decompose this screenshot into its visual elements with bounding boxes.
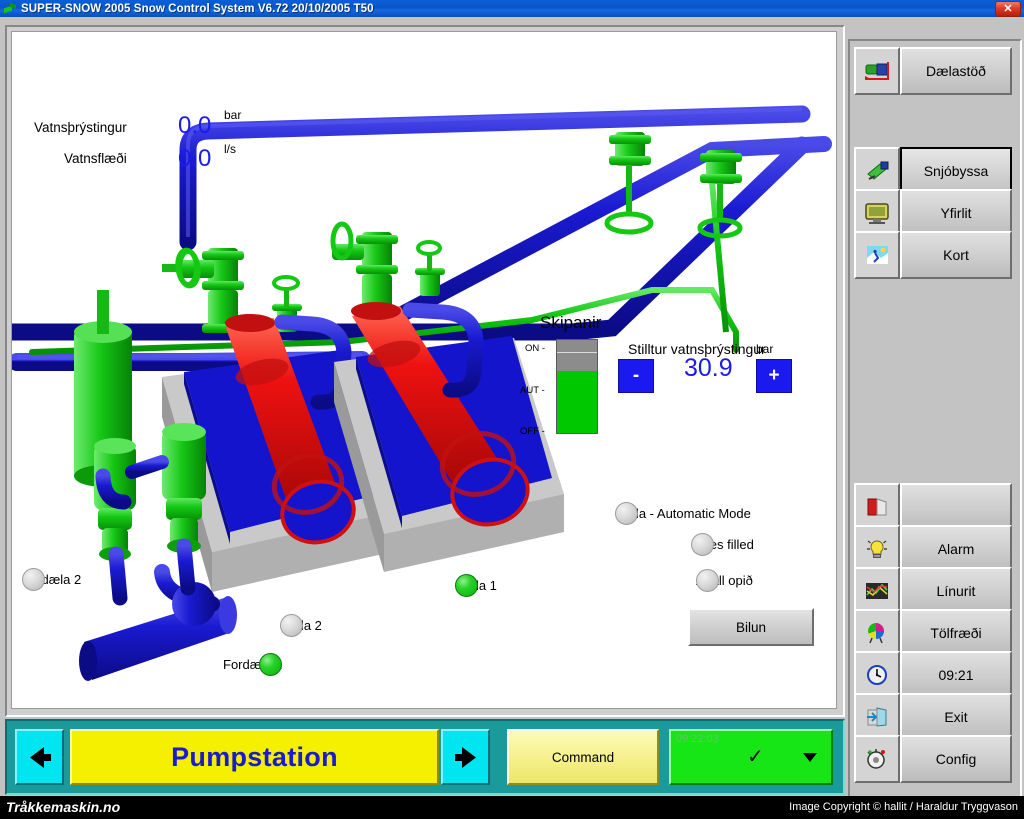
sidebar-group-views: Snjóbyssa Yfirlit bbox=[854, 147, 1012, 273]
copyright-notice: Image Copyright © hallit / Haraldur Tryg… bbox=[789, 801, 1018, 813]
setpoint-increment-button[interactable]: + bbox=[756, 359, 792, 393]
process-mimic-diagram: Vatnsþrýstingur 0.0 bar Vatnsflæði 0.0 l… bbox=[11, 31, 837, 709]
mode-selector-slider[interactable] bbox=[556, 339, 598, 434]
sidebar-item-config-label[interactable]: Config bbox=[900, 735, 1012, 783]
fault-button[interactable]: Bilun bbox=[688, 608, 814, 646]
status-lamp-auto-mode-indicator bbox=[615, 502, 638, 525]
water-flow-label: Vatnsflæði bbox=[64, 151, 127, 166]
sidebar-item-clock[interactable]: 09:21 bbox=[854, 651, 1012, 695]
sidebar-item-kort-label[interactable]: Kort bbox=[900, 231, 1012, 279]
clock-icon bbox=[854, 651, 900, 699]
window-titlebar: SUPER-SNOW 2005 Snow Control System V6.7… bbox=[0, 0, 1024, 17]
sidebar-item-kort[interactable]: Kort bbox=[854, 231, 1012, 275]
sidebar-item-clock-label[interactable]: 09:21 bbox=[900, 651, 1012, 699]
window-title: SUPER-SNOW 2005 Snow Control System V6.7… bbox=[21, 3, 374, 15]
equipment-lamp-pump-2: Dæla 2 bbox=[280, 618, 322, 633]
status-lamp-drain-open-indicator bbox=[696, 569, 719, 592]
config-icon bbox=[854, 735, 900, 783]
selector-tick-off: OFF - bbox=[520, 426, 545, 437]
water-pressure-label: Vatnsþrýstingur bbox=[34, 120, 127, 135]
equipment-lamp-forpump-2-indicator bbox=[22, 568, 45, 591]
close-icon[interactable]: ✕ bbox=[995, 1, 1021, 17]
mimic-panel-frame: Vatnsþrýstingur 0.0 bar Vatnsflæði 0.0 l… bbox=[5, 25, 845, 717]
application-window: SUPER-SNOW 2005 Snow Control System V6.7… bbox=[0, 0, 1024, 819]
equipment-lamp-forpump-1: Fordæla 1 bbox=[223, 657, 282, 672]
sidebar-item-tolfraedi-label[interactable]: Tölfræði bbox=[900, 609, 1012, 657]
sidebar-item-exit[interactable]: Exit bbox=[854, 693, 1012, 737]
exit-door-icon bbox=[854, 693, 900, 741]
sidebar-item-alarm[interactable]: Alarm bbox=[854, 525, 1012, 569]
sidebar-item-book-label[interactable] bbox=[900, 483, 1012, 531]
sidebar-item-config[interactable]: Config bbox=[854, 735, 1012, 779]
selector-tick-aut: AUT - bbox=[520, 385, 545, 396]
water-pressure-value: 0.0 bbox=[178, 112, 211, 140]
book-icon bbox=[854, 483, 900, 531]
status-check-icon: ✓ bbox=[747, 747, 764, 767]
sidebar-item-book[interactable] bbox=[854, 483, 1012, 527]
status-lamp-pipes-filled: Pipes filled bbox=[691, 537, 754, 552]
bottom-navigation-bar: Pumpstation Command 09:22:03 ✓ bbox=[5, 719, 845, 795]
right-sidebar: Dælastöð Snjóbyssa bbox=[848, 39, 1022, 811]
equipment-lamp-pump-1-indicator bbox=[455, 574, 478, 597]
equipment-lamp-pump-1: Dæla 1 bbox=[455, 578, 497, 593]
site-watermark: Tråkkemaskin.no bbox=[6, 799, 120, 815]
equipment-lamp-pump-2-indicator bbox=[280, 614, 303, 637]
chart-icon bbox=[854, 567, 900, 615]
previous-page-button[interactable] bbox=[15, 729, 64, 785]
water-pressure-unit: bar bbox=[224, 108, 241, 122]
chevron-down-icon[interactable] bbox=[803, 753, 817, 762]
setpoint-value: 30.9 bbox=[684, 354, 733, 383]
status-lamp-auto-mode: Dæla - Automatic Mode bbox=[615, 506, 751, 521]
command-button[interactable]: Command bbox=[507, 729, 659, 785]
sidebar-item-linurit[interactable]: Línurit bbox=[854, 567, 1012, 611]
status-lamp-pipes-filled-indicator bbox=[691, 533, 714, 556]
monitor-icon bbox=[854, 189, 900, 237]
selector-grey-segment bbox=[557, 340, 597, 353]
status-dropdown[interactable]: 09:22:03 ✓ bbox=[669, 729, 833, 785]
sidebar-group-tools: Alarm Línurit bbox=[854, 483, 1012, 777]
status-lamp-drain-open: Affall opið bbox=[696, 573, 753, 588]
sidebar-item-linurit-label[interactable]: Línurit bbox=[900, 567, 1012, 615]
snow-app-icon bbox=[3, 3, 17, 15]
sidebar-item-dalastod-label[interactable]: Dælastöð bbox=[900, 47, 1012, 95]
sidebar-item-dalastod[interactable]: Dælastöð bbox=[854, 47, 1012, 91]
water-flow-unit: l/s bbox=[224, 142, 236, 156]
arrow-right-icon bbox=[452, 744, 480, 770]
snowgun-icon bbox=[854, 147, 900, 195]
window-body: Vatnsþrýstingur 0.0 bar Vatnsflæði 0.0 l… bbox=[0, 17, 1024, 796]
footer-bar: Tråkkemaskin.no Image Copyright © hallit… bbox=[0, 796, 1024, 819]
sidebar-item-yfirlit-label[interactable]: Yfirlit bbox=[900, 189, 1012, 237]
page-title: Pumpstation bbox=[70, 729, 439, 785]
water-flow-value: 0.0 bbox=[178, 145, 211, 173]
sidebar-item-exit-label[interactable]: Exit bbox=[900, 693, 1012, 741]
sidebar-item-snjobyssa-label[interactable]: Snjóbyssa bbox=[900, 147, 1012, 195]
sidebar-item-tolfraedi[interactable]: Tölfræði bbox=[854, 609, 1012, 653]
setpoint-unit: bar bbox=[756, 342, 773, 356]
next-page-button[interactable] bbox=[441, 729, 490, 785]
skier-map-icon bbox=[854, 231, 900, 279]
pumpstation-icon bbox=[854, 47, 900, 95]
status-timestamp: 09:22:03 bbox=[676, 733, 719, 745]
arrow-left-icon bbox=[26, 744, 54, 770]
setpoint-decrement-button[interactable]: - bbox=[618, 359, 654, 393]
sidebar-group-navigation: Dælastöð bbox=[854, 47, 1012, 89]
sidebar-item-snjobyssa[interactable]: Snjóbyssa bbox=[854, 147, 1012, 191]
equipment-lamp-forpump-2: Fordæla 2 bbox=[22, 572, 81, 587]
selector-tick-on: ON - bbox=[525, 343, 545, 354]
commands-title: Skipanir bbox=[540, 313, 601, 333]
sidebar-item-alarm-label[interactable]: Alarm bbox=[900, 525, 1012, 573]
piechart-icon bbox=[854, 609, 900, 657]
sidebar-item-yfirlit[interactable]: Yfirlit bbox=[854, 189, 1012, 233]
selector-green-fill bbox=[557, 371, 597, 433]
lightbulb-icon bbox=[854, 525, 900, 573]
